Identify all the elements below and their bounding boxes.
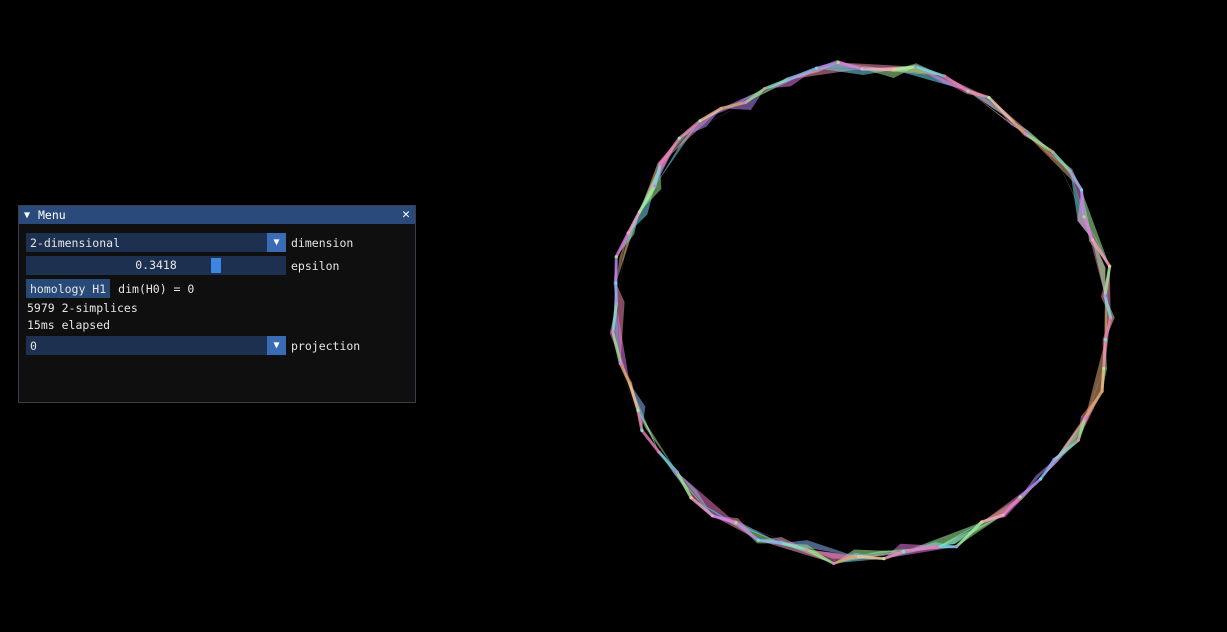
point-cloud-vertex [1076,438,1080,442]
point-cloud-vertex [882,557,886,561]
simplex-edge [657,451,679,474]
point-cloud-vertex [628,381,632,385]
point-cloud-vertex [942,74,947,78]
simplex-edge [1019,477,1042,499]
point-cloud-vertex [1102,366,1106,371]
menu-window[interactable]: ▼ Menu ✕ 2-dimensional ▼ dimension 0.341… [18,205,416,403]
dimension-label: dimension [291,235,354,250]
point-cloud-vertex [698,119,702,123]
point-cloud-vertex [611,330,615,334]
point-cloud-vertex [658,162,662,166]
point-cloud-vertex [1023,131,1027,136]
simplex-triangle [677,472,736,523]
point-cloud-vertex [1100,389,1104,393]
simplices-count: 5979 2-simplices [27,301,138,315]
projection-label: projection [291,338,361,353]
point-cloud-vertex [853,554,858,558]
point-cloud-vertex [805,547,809,552]
chevron-down-icon[interactable]: ▼ [267,233,286,252]
point-cloud-vertex [935,545,939,549]
point-cloud-vertex [710,514,715,518]
collapse-triangle-icon[interactable]: ▼ [24,210,36,221]
point-cloud-vertex [636,408,640,413]
epsilon-slider[interactable]: 0.3418 [26,256,286,275]
point-cloud-vertex [1083,416,1087,420]
point-cloud-vertex [734,521,738,525]
point-cloud-vertex [677,136,681,140]
simplicial-complex-ring [609,59,1115,566]
point-cloud-vertex [1108,264,1112,268]
point-cloud-vertex [814,66,819,70]
point-cloud-vertex [626,231,630,235]
app-canvas[interactable]: ▼ Menu ✕ 2-dimensional ▼ dimension 0.341… [0,0,1227,632]
point-cloud-vertex [1090,237,1095,242]
point-cloud-vertex [901,550,906,554]
epsilon-slider-grab[interactable] [211,258,221,273]
point-cloud-vertex [689,496,693,500]
point-cloud-vertex [1051,150,1055,154]
chevron-down-icon[interactable]: ▼ [267,336,286,355]
point-cloud-vertex [987,95,991,100]
point-cloud-vertex [653,184,657,188]
point-cloud-vertex [1103,337,1107,342]
close-icon[interactable]: ✕ [402,207,410,223]
simplex-edge [862,67,894,72]
epsilon-label: epsilon [291,258,340,273]
point-cloud-vertex [618,361,622,366]
point-cloud-vertex [637,210,642,214]
homology-dim-text: dim(H0) = 0 [118,281,195,296]
projection-row: 0 ▼ projection [26,336,360,355]
point-cloud-vertex [1038,477,1043,481]
point-cloud-vertex [954,545,959,549]
point-cloud-vertex [640,428,644,432]
point-cloud-vertex [836,60,840,65]
projection-value: 0 [30,338,37,353]
point-cloud-vertex [779,541,783,545]
epsilon-value: 0.3418 [135,258,177,272]
point-cloud-vertex [860,67,864,71]
point-cloud-vertex [614,255,618,259]
dimension-row: 2-dimensional ▼ dimension [26,233,353,252]
homology-row: homology H1 dim(H0) = 0 [26,279,194,298]
point-cloud-vertex [1079,188,1084,192]
point-cloud-vertex [1001,513,1005,517]
elapsed-time: 15ms elapsed [27,318,111,332]
window-title: Menu [38,208,66,222]
point-cloud-vertex [1068,169,1072,173]
point-cloud-vertex [744,100,748,105]
point-cloud-vertex [719,106,723,110]
point-cloud-vertex [763,87,767,91]
projection-combo[interactable]: 0 ▼ [26,336,286,355]
simplex-edge [1039,458,1056,480]
simplex-edge [1024,132,1054,154]
point-cloud-vertex [980,520,984,524]
point-cloud-vertex [614,281,618,285]
point-cloud-vertex [1052,458,1057,462]
simplex-edge [1100,368,1106,392]
point-cloud-vertex [1082,215,1086,219]
dimension-value: 2-dimensional [30,235,121,250]
point-cloud-vertex [1103,294,1107,298]
point-cloud-vertex [966,89,970,93]
epsilon-row: 0.3418 epsilon [26,256,339,275]
point-cloud-vertex [1011,119,1015,124]
dimension-combo[interactable]: 2-dimensional ▼ [26,233,286,252]
point-cloud-vertex [892,68,896,72]
point-cloud-vertex [832,561,836,566]
point-cloud-vertex [914,65,918,69]
point-cloud-vertex [657,450,661,454]
point-cloud-vertex [675,470,679,474]
point-cloud-vertex [614,302,618,306]
point-cloud-vertex [756,538,760,542]
simplex-edge [1102,339,1107,369]
point-cloud-vertex [1018,495,1022,499]
menu-title-bar[interactable]: ▼ Menu ✕ [19,206,415,224]
homology-button[interactable]: homology H1 [26,279,111,298]
point-cloud-vertex [786,78,790,82]
